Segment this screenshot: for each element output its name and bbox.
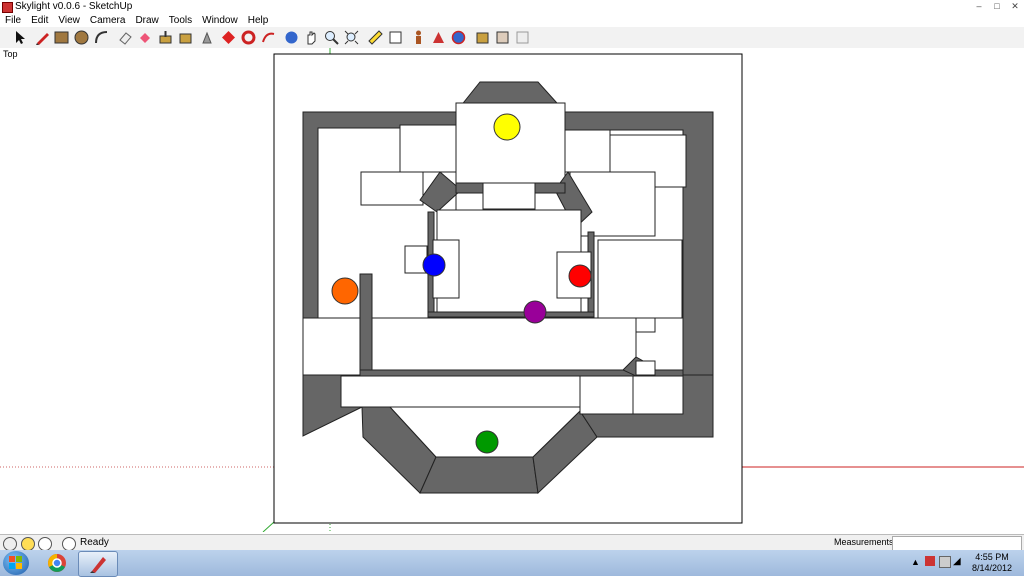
- room-block-2: [564, 129, 611, 173]
- tray-expand-icon[interactable]: ▲: [911, 557, 920, 567]
- menu-tools[interactable]: Tools: [164, 14, 197, 27]
- room-block-4: [360, 171, 424, 206]
- menu-camera[interactable]: Camera: [85, 14, 131, 27]
- marker-red[interactable]: [568, 264, 592, 288]
- push-pull-icon[interactable]: [157, 29, 174, 46]
- paint-bucket-icon[interactable]: [137, 29, 154, 46]
- start-button[interactable]: [3, 551, 29, 575]
- volume-icon[interactable]: ◢: [953, 556, 961, 567]
- zoom-icon[interactable]: [323, 29, 340, 46]
- window-title: Skylight v0.0.6 - SketchUp: [15, 1, 133, 12]
- menu-file[interactable]: File: [0, 14, 26, 27]
- select-icon[interactable]: [11, 29, 28, 46]
- south-hall: [340, 375, 581, 408]
- follow-me-icon[interactable]: [240, 29, 257, 46]
- status-bar: Ready Measurements: [0, 534, 1024, 551]
- marker-blue[interactable]: [422, 253, 446, 277]
- corridor-box-2: [635, 360, 656, 376]
- move-icon[interactable]: [177, 29, 194, 46]
- corridor-box-1: [635, 317, 656, 333]
- clock-time: 4:55 PM: [975, 552, 1009, 562]
- menu-help[interactable]: Help: [243, 14, 274, 27]
- east-annex: [597, 239, 683, 319]
- position-camera-icon[interactable]: [450, 29, 467, 46]
- measurements-label: Measurements: [834, 537, 894, 547]
- credits-icon[interactable]: [21, 537, 35, 551]
- help-icon[interactable]: [62, 537, 76, 551]
- look-around-icon[interactable]: [430, 29, 447, 46]
- measurements-field[interactable]: [892, 536, 1022, 551]
- tape-measure-icon[interactable]: [367, 29, 384, 46]
- menu-window[interactable]: Window: [197, 14, 243, 27]
- title-bar: Skylight v0.0.6 - SketchUp – □ ✕: [0, 0, 1024, 15]
- maximize-button[interactable]: □: [988, 0, 1006, 12]
- pencil-icon[interactable]: [34, 29, 51, 46]
- toolbar: [0, 27, 1024, 49]
- marker-green[interactable]: [475, 430, 499, 454]
- status-text: Ready: [80, 537, 109, 548]
- hall-south-wall: [427, 311, 595, 318]
- orbit-icon[interactable]: [283, 29, 300, 46]
- inner-wall-north-2: [534, 182, 566, 194]
- marker-orange[interactable]: [331, 277, 359, 305]
- menu-edit[interactable]: Edit: [26, 14, 53, 27]
- pan-icon[interactable]: [303, 29, 320, 46]
- offset-icon[interactable]: [220, 29, 237, 46]
- clock[interactable]: 4:55 PM 8/14/2012: [964, 552, 1020, 574]
- chrome-icon: [48, 554, 66, 572]
- clock-date: 8/14/2012: [971, 563, 1013, 573]
- room-block-1: [399, 124, 457, 173]
- taskbar-sketchup[interactable]: [78, 551, 118, 577]
- taskbar: ▲ ◢ 4:55 PM 8/14/2012: [0, 550, 1024, 577]
- taskbar-chrome[interactable]: [38, 551, 76, 575]
- arc-icon[interactable]: [93, 29, 110, 46]
- materials-icon[interactable]: [494, 29, 511, 46]
- circle-icon[interactable]: [73, 29, 90, 46]
- action-center-icon[interactable]: [925, 556, 935, 566]
- menu-view[interactable]: View: [53, 14, 85, 27]
- south-wall: [419, 456, 539, 494]
- close-button[interactable]: ✕: [1006, 0, 1024, 12]
- inner-wall-north-1: [455, 182, 484, 194]
- viewport[interactable]: Top: [0, 48, 1024, 532]
- marker-yellow[interactable]: [493, 113, 521, 141]
- model-canvas[interactable]: [0, 48, 1024, 532]
- text-icon[interactable]: [387, 29, 404, 46]
- windows-logo-icon: [9, 556, 22, 569]
- network-icon[interactable]: [939, 556, 951, 568]
- geo-location-icon[interactable]: [3, 537, 17, 551]
- rotate-icon[interactable]: [199, 29, 216, 46]
- level-floorplan: [302, 81, 714, 495]
- walk-icon[interactable]: [410, 29, 427, 46]
- app-icon: [2, 2, 13, 13]
- menu-draw[interactable]: Draw: [130, 14, 163, 27]
- user-icon[interactable]: [38, 537, 52, 551]
- south-west-room: [302, 317, 361, 376]
- components-icon[interactable]: [474, 29, 491, 46]
- arc-tool-icon[interactable]: [260, 29, 277, 46]
- room-block-5: [482, 182, 536, 210]
- zoom-extents-icon[interactable]: [343, 29, 360, 46]
- south-east-room: [579, 375, 634, 415]
- menu-bar: File Edit View Camera Draw Tools Window …: [0, 14, 1024, 27]
- corridor-west-wall: [359, 273, 373, 376]
- sketchup-icon: [90, 557, 106, 573]
- axis-origin: [262, 521, 275, 532]
- eraser-icon[interactable]: [117, 29, 134, 46]
- styles-icon[interactable]: [514, 29, 531, 46]
- minimize-button[interactable]: –: [970, 0, 988, 12]
- south-corridor: [371, 317, 637, 371]
- south-east-room-2: [632, 375, 684, 415]
- marker-purple[interactable]: [523, 300, 547, 324]
- rectangle-icon[interactable]: [53, 29, 70, 46]
